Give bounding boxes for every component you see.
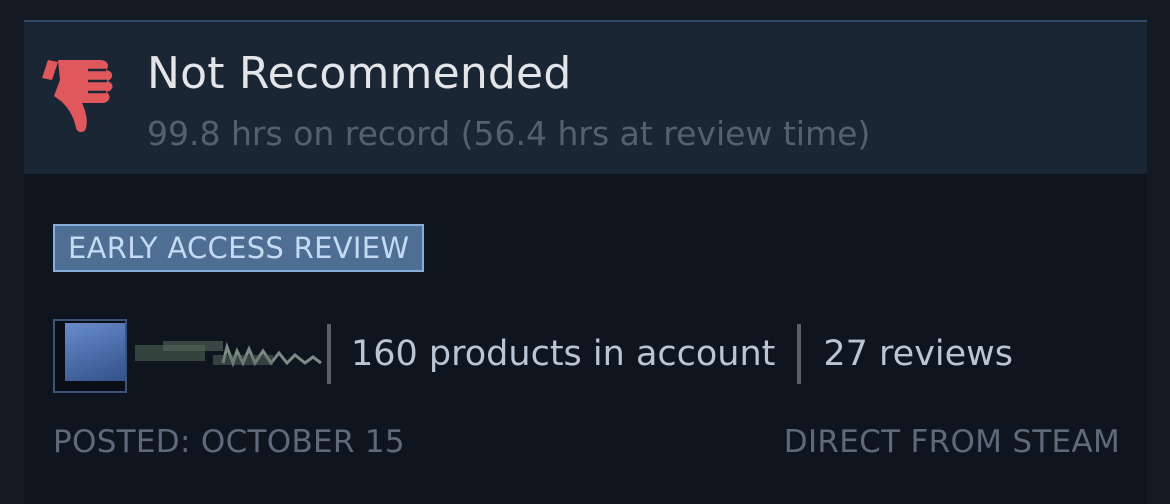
review-header[interactable]: Not Recommended 99.8 hrs on record (56.4… (24, 22, 1147, 174)
review-verdict: Not Recommended (147, 48, 572, 99)
review-source: DIRECT FROM STEAM (783, 424, 1120, 460)
early-access-badge: EARLY ACCESS REVIEW (53, 224, 425, 272)
avatar-image (65, 323, 125, 381)
divider (327, 324, 331, 384)
hours-on-record: 99.8 hrs on record (56.4 hrs at review t… (147, 114, 871, 153)
avatar[interactable] (53, 319, 127, 393)
review-card: Not Recommended 99.8 hrs on record (56.4… (24, 20, 1147, 504)
username-redacted[interactable] (133, 337, 323, 371)
divider (797, 324, 802, 384)
thumbs-down-icon (42, 60, 113, 133)
reviews-count[interactable]: 27 reviews (823, 334, 1013, 374)
posted-date: POSTED: OCTOBER 15 (53, 424, 405, 460)
products-count: 160 products in account (351, 334, 776, 374)
author-row: 160 products in account 27 reviews (53, 312, 1013, 396)
